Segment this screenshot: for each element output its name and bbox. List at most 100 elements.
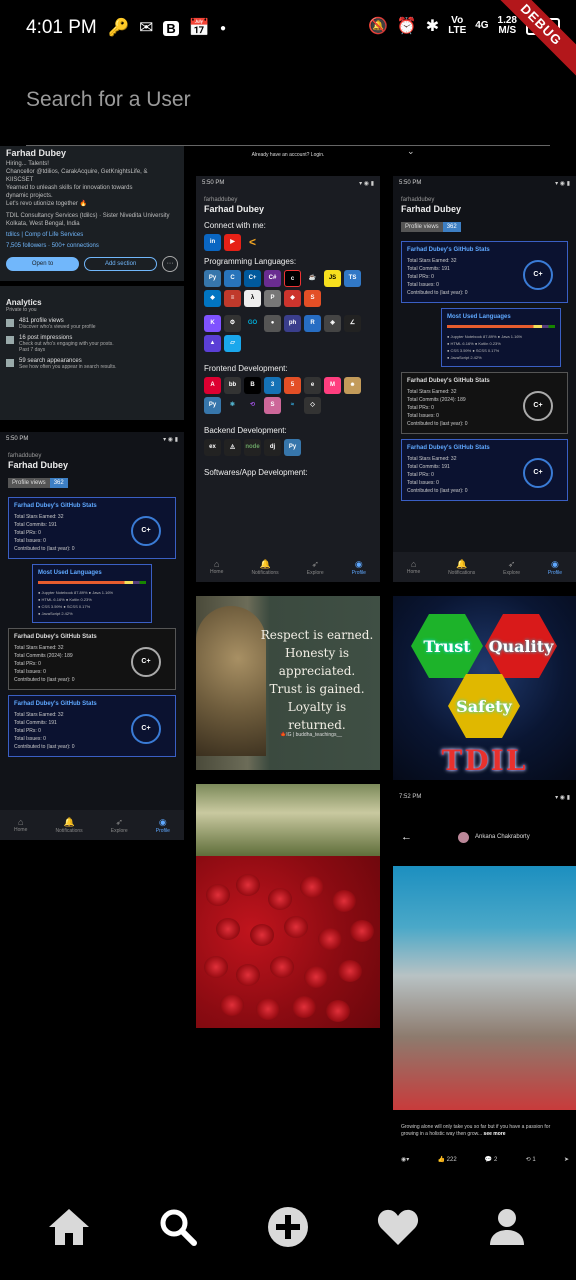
java-icon: ☕ xyxy=(308,275,317,281)
grid-post-skills[interactable]: 5:50 PM ▾ ◉ ▮ farhaddubey Farhad Dubey Co… xyxy=(196,176,380,582)
rose xyxy=(338,960,362,982)
rust-icon: ⚙ xyxy=(224,315,241,332)
debug-banner: DEBUG xyxy=(487,0,576,79)
c-icon: C xyxy=(224,270,241,287)
buddha-image xyxy=(196,606,266,756)
programming-heading: Programming Languages: xyxy=(204,257,297,266)
alarm-off-icon: 🔕 xyxy=(367,18,388,35)
li-org: TDIL Consultancy Services (tdilcs) · Sis… xyxy=(6,213,170,219)
php-icon: ph xyxy=(284,315,301,332)
more-button: ··· xyxy=(162,256,178,272)
css3-icon: 3 xyxy=(264,377,281,394)
csharp-icon: C# xyxy=(264,270,281,287)
grid-post-linkedin-post[interactable]: 7:52 PM ▾ ◉ ▮ ← Ankana Chakraborty Growin… xyxy=(393,790,576,1184)
speed-label: 1.28 M/S xyxy=(498,16,517,36)
grid-post-tdil[interactable]: Trust Quality Safety TDIL xyxy=(393,596,576,780)
home-icon: ⌂ xyxy=(213,559,220,569)
home-icon xyxy=(48,1209,89,1245)
grid-post-top-right[interactable]: ⌄ xyxy=(393,146,576,168)
add-button[interactable] xyxy=(260,1199,316,1255)
back-arrow-icon: ← xyxy=(401,831,412,843)
gatsby-icon: M xyxy=(324,377,341,394)
nav-home: ⌂ Home xyxy=(14,817,28,833)
profile-button[interactable] xyxy=(479,1199,535,1255)
bell-icon: 🔔 xyxy=(63,816,75,827)
avatar-icon: ◉ xyxy=(354,558,363,569)
lang-title: Most Used Languages xyxy=(38,570,102,576)
quote-line: Trust is gained. xyxy=(269,682,365,696)
grid-post-github-left[interactable]: 5:50 PM ▾ ◉ ▮ farhaddubey Farhad Dubey Pr… xyxy=(0,432,184,840)
scala-icon: ≡ xyxy=(224,290,241,307)
python-icon: Py xyxy=(204,270,221,287)
status-icons: ▾ ◉ ▮ xyxy=(555,795,570,801)
search-button[interactable] xyxy=(150,1199,206,1255)
lang-line: ● JavaScript 2.42% xyxy=(38,611,73,616)
search-bar[interactable] xyxy=(26,88,550,146)
gh-username-left: farhaddubey xyxy=(8,453,42,459)
solidity-icon: ◈ xyxy=(324,315,341,332)
grid-post-github-right[interactable]: 5:50 PM ▾ ◉ ▮ farhaddubey Farhad Dubey Pr… xyxy=(393,176,576,582)
python-be-icon: Py xyxy=(284,439,301,456)
lang-line: ● HTML 6.16% ● Kotlin 0.23% xyxy=(447,341,501,346)
rose xyxy=(250,924,274,946)
skills-username: farhaddubey xyxy=(204,197,238,203)
rose xyxy=(206,884,230,906)
rose xyxy=(300,876,324,898)
quote-tag: 🍁IG | buddha_teachings__ xyxy=(280,732,343,738)
lang-line: ● CSS 3.59% ● SCSS 0.17% xyxy=(38,604,91,609)
post-actions: ◉▾ 👍 222 💬 2 ⟲ 1 ➤ xyxy=(401,1156,569,1163)
go-icon: GO xyxy=(247,320,258,326)
divider xyxy=(0,281,184,286)
software-heading: Softwares/App Development: xyxy=(204,468,308,477)
search-small-icon xyxy=(6,359,14,367)
lang-line: ● Jupyter Notebook 87.89% ● Java 1.16% xyxy=(38,590,114,595)
quote-line: Respect is earned. xyxy=(260,628,374,642)
grid-post-linkedin[interactable]: Farhad Dubey Hiring... Talents! Chancell… xyxy=(0,146,184,420)
search-input[interactable] xyxy=(26,88,550,112)
status-left-icons: 🔑 ✉ B 📅 ● xyxy=(108,18,226,38)
cpp-icon: C+ xyxy=(244,270,261,287)
caption-text: Growing alone will only take you so far … xyxy=(401,1124,551,1137)
python-fe-icon: Py xyxy=(204,397,221,414)
lang-card: Most Used Languages ● Jupyter Notebook 8… xyxy=(32,564,152,623)
code-icon: < xyxy=(248,235,256,249)
profile-views-badge: Profile views 362 xyxy=(401,222,461,232)
flowers-top xyxy=(196,784,380,856)
rose xyxy=(350,920,374,942)
grid-post-roses[interactable] xyxy=(196,784,380,1028)
rose xyxy=(268,888,292,910)
quote-line: appreciated. xyxy=(278,664,356,678)
programming-icons-2: K ⚙ GO ● ph R ◈ ∠ ▲ ▱ xyxy=(196,315,380,352)
status-icons: ▾ ◉ ▮ xyxy=(359,181,374,187)
grid-post-quote[interactable]: Respect is earned. Honesty is appreciate… xyxy=(196,596,380,770)
cpp-ring-icon: c xyxy=(284,270,301,287)
rose xyxy=(236,874,260,896)
sass-icon: S xyxy=(264,397,281,414)
analytics-sub: Private to you xyxy=(6,307,37,313)
home-button[interactable] xyxy=(41,1199,97,1255)
quote-text: Respect is earned. Honesty is appreciate… xyxy=(258,626,376,734)
nav-profile: ◉ Profile xyxy=(351,558,366,576)
stats-title: Farhad Dubey's GitHub Stats xyxy=(14,503,97,509)
a1-sub: Discover who's viewed your profile xyxy=(19,324,96,330)
gh-fullname-left: Farhad Dubey xyxy=(8,460,69,470)
connect-icons: in ▶ < xyxy=(196,234,380,251)
programming-icons: Py C C+ C# c ☕ JS TS ◆ ≡ λ P ◆ S xyxy=(196,270,380,307)
nav-notifications: 🔔 Notifications xyxy=(448,558,476,576)
frontend-heading: Frontend Development: xyxy=(204,364,288,373)
a2-sub2: Past 7 days xyxy=(19,347,46,353)
quote-line: Honesty is xyxy=(284,646,350,660)
li-headline-4: Yearned to unleash skills for innovation… xyxy=(6,185,133,191)
grid-post-login-strip[interactable]: Already have an account? Login. xyxy=(196,146,380,168)
a3-sub: See how often you appear in search resul… xyxy=(19,364,117,370)
lang-line: ● Jupyter Notebook 87.89% ● Java 1.16% xyxy=(447,334,523,339)
favorites-button[interactable] xyxy=(370,1199,426,1255)
rose xyxy=(332,890,356,912)
stats-card-3: Farhad Dubey's GitHub Stats Total Stars … xyxy=(401,439,568,501)
status-time: 4:01 PM xyxy=(26,17,97,38)
bar-chart-icon xyxy=(6,336,14,344)
hex-quality: Quality xyxy=(485,614,557,678)
quote-line: Loyalty is returned. xyxy=(287,700,347,732)
rocket-icon: ➶ xyxy=(115,816,123,827)
grade-ring: C+ xyxy=(131,647,161,677)
